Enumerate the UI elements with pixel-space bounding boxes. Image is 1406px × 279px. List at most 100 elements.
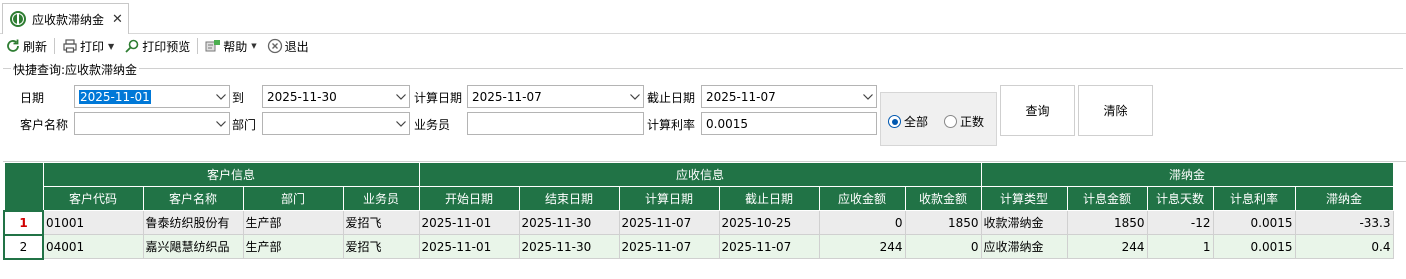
column-header[interactable]: 开始日期 [418, 186, 520, 211]
table-cell[interactable]: 01001 [42, 210, 144, 235]
table-cell[interactable]: 爱招飞 [342, 210, 420, 235]
group-header-late-fee: 滞纳金 [980, 162, 1394, 187]
chevron-down-icon[interactable]: ▼ [251, 42, 256, 50]
table-cell[interactable]: 应收滞纳金 [980, 234, 1068, 259]
table-cell[interactable]: -12 [1146, 210, 1214, 235]
radio-all-label: 全部 [904, 115, 929, 129]
group-header-customer: 客户信息 [42, 162, 420, 187]
table-cell[interactable]: 收款滞纳金 [980, 210, 1068, 235]
print-preview-button[interactable]: 打印预览 [122, 35, 192, 57]
chevron-down-icon[interactable]: ▼ [108, 42, 114, 51]
printer-icon [63, 39, 77, 53]
table-cell[interactable]: 1 [1146, 234, 1214, 259]
table-cell[interactable]: 鲁泰纺织股份有 [142, 210, 244, 235]
table-cell[interactable]: -33.3 [1294, 210, 1394, 235]
table-cell[interactable]: 1850 [1066, 210, 1148, 235]
column-header[interactable]: 计算日期 [618, 186, 720, 211]
table-cell[interactable]: 0 [904, 234, 982, 259]
column-header[interactable]: 计息利率 [1212, 186, 1296, 211]
column-header[interactable]: 计息天数 [1146, 186, 1214, 211]
print-label: 打印 [80, 39, 105, 54]
rate-input[interactable]: 0.0015 [701, 112, 877, 135]
table-cell[interactable]: 244 [818, 234, 906, 259]
table-cell[interactable]: 0.4 [1294, 234, 1394, 259]
tab-label: 应收款滞纳金 [32, 12, 105, 27]
chevron-down-icon[interactable] [393, 86, 409, 107]
chevron-down-icon[interactable] [627, 86, 643, 107]
refresh-label: 刷新 [23, 39, 48, 54]
calc-date-label: 计算日期 [414, 91, 463, 105]
refresh-icon [7, 39, 19, 52]
column-header[interactable]: 计息金额 [1066, 186, 1148, 211]
toolbar: 刷新 打印 ▼ 打印预览 帮助 ▼ 退出 [0, 34, 1406, 58]
table-cell[interactable]: 244 [1066, 234, 1148, 259]
column-header[interactable]: 计算类型 [980, 186, 1068, 211]
chevron-down-icon[interactable] [213, 113, 229, 134]
cutoff-date-select[interactable]: 2025-11-07 [701, 85, 877, 108]
date-to-select[interactable]: 2025-11-30 [262, 85, 410, 108]
row-number[interactable]: 1 [3, 209, 44, 236]
column-header[interactable]: 截止日期 [718, 186, 820, 211]
customer-select[interactable] [74, 112, 230, 135]
column-header[interactable]: 客户名称 [142, 186, 244, 211]
exit-button[interactable]: 退出 [265, 35, 311, 57]
column-header[interactable]: 滞纳金 [1294, 186, 1394, 211]
column-header[interactable]: 结束日期 [518, 186, 620, 211]
table-cell[interactable]: 2025-11-01 [418, 234, 520, 259]
table-cell[interactable]: 2025-11-07 [718, 234, 820, 259]
close-icon[interactable]: ✕ [112, 12, 123, 27]
table-cell[interactable]: 2025-11-30 [518, 234, 620, 259]
print-button[interactable]: 打印 ▼ [60, 35, 116, 57]
result-table: 客户信息 应收信息 滞纳金 客户代码 客户名称 部门 业务员 开始日期 结束日期… [3, 162, 1394, 260]
table-cell[interactable]: 生产部 [242, 234, 344, 259]
salesman-input[interactable] [467, 112, 644, 135]
chevron-down-icon[interactable] [213, 86, 229, 107]
globe-icon [10, 11, 26, 27]
table-cell[interactable]: 0.0015 [1212, 210, 1296, 235]
radio-positive-label: 正数 [960, 115, 985, 129]
quick-query-title: 快捷查询:应收款滞纳金 [11, 61, 140, 78]
chevron-down-icon[interactable] [860, 86, 876, 107]
table-cell[interactable]: 2025-11-07 [618, 234, 720, 259]
date-to-value: 2025-11-30 [267, 89, 337, 104]
table-cell[interactable]: 2025-11-01 [418, 210, 520, 235]
table-cell[interactable]: 2025-11-30 [518, 210, 620, 235]
column-header[interactable]: 应收金额 [818, 186, 906, 211]
column-header[interactable]: 业务员 [342, 186, 420, 211]
table-row[interactable]: 2 04001 嘉兴飓慧纺织品 生产部 爱招飞 2025-11-01 2025-… [3, 233, 1394, 260]
table-row[interactable]: 1 01001 鲁泰纺织股份有 生产部 爱招飞 2025-11-01 2025-… [3, 209, 1394, 236]
radio-positive[interactable]: 正数 [944, 113, 984, 130]
table-cell[interactable]: 1850 [904, 210, 982, 235]
date-from-select[interactable]: 2025-11-01 [74, 85, 230, 108]
rate-value: 0.0015 [706, 116, 748, 131]
help-icon [205, 40, 221, 52]
salesman-label: 业务员 [414, 118, 451, 132]
dept-select[interactable] [262, 112, 410, 135]
row-number[interactable]: 2 [3, 233, 44, 260]
date-from-value: 2025-11-01 [79, 89, 151, 104]
toolbar-divider [197, 38, 199, 54]
cutoff-date-label: 截止日期 [647, 91, 696, 105]
table-cell[interactable]: 生产部 [242, 210, 344, 235]
help-button[interactable]: 帮助 ▼ [203, 35, 258, 57]
tab-receivable-late-fee[interactable]: 应收款滞纳金 ✕ [2, 3, 129, 34]
query-button[interactable]: 查询 [1000, 85, 1075, 136]
table-cell[interactable]: 0 [818, 210, 906, 235]
calc-date-select[interactable]: 2025-11-07 [467, 85, 644, 108]
table-cell[interactable]: 2025-10-25 [718, 210, 820, 235]
table-cell[interactable]: 嘉兴飓慧纺织品 [142, 234, 244, 259]
column-header[interactable]: 收款金额 [904, 186, 982, 211]
column-header[interactable]: 客户代码 [42, 186, 144, 211]
radio-all[interactable]: 全部 [888, 113, 928, 130]
clear-button[interactable]: 清除 [1078, 85, 1153, 136]
table-cell[interactable]: 2025-11-07 [618, 210, 720, 235]
column-header[interactable]: 部门 [242, 186, 344, 211]
cutoff-date-value: 2025-11-07 [706, 89, 776, 104]
refresh-button[interactable]: 刷新 [3, 35, 49, 57]
grid-corner [3, 162, 44, 211]
exit-icon [267, 38, 282, 54]
chevron-down-icon[interactable] [393, 113, 409, 134]
table-cell[interactable]: 爱招飞 [342, 234, 420, 259]
table-cell[interactable]: 04001 [42, 234, 144, 259]
table-cell[interactable]: 0.0015 [1212, 234, 1296, 259]
